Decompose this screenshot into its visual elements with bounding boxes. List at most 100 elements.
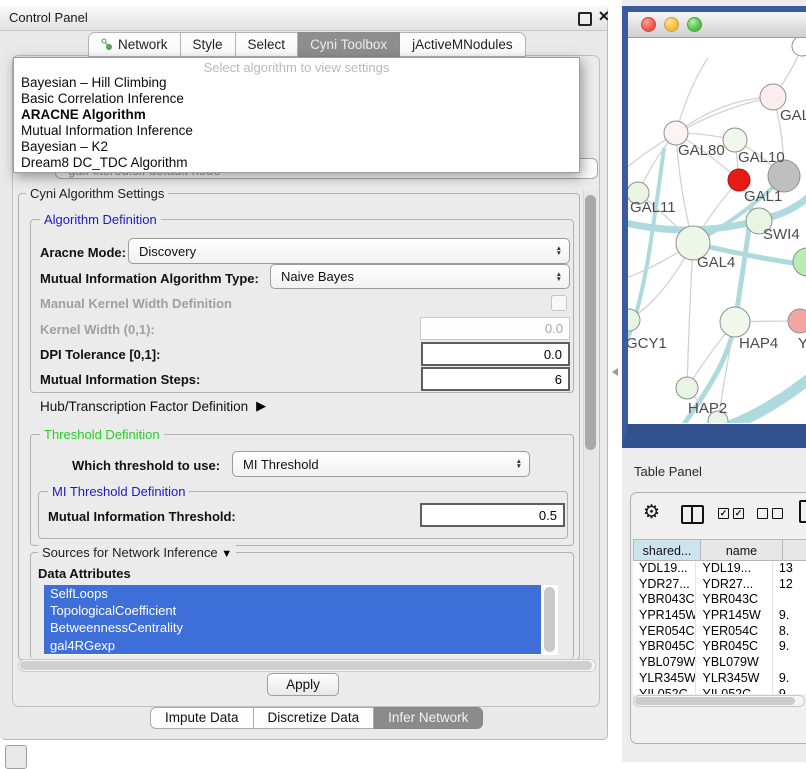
attribute-item-topologicalcoefficient[interactable]: TopologicalCoefficient (44, 602, 541, 619)
table-cell: YER054C (633, 624, 696, 640)
tab-jactivemnodules[interactable]: jActiveMNodules (400, 32, 526, 57)
expand-arrow-icon: ▶ (256, 398, 266, 414)
table-cell: YER054C (696, 624, 772, 640)
dropdown-item-mutual-information-inference[interactable]: Mutual Information Inference (14, 123, 579, 139)
network-edge[interactable] (730, 370, 806, 423)
kernel-width-input[interactable]: 0.0 (420, 317, 570, 340)
which-threshold-label: Which threshold to use: (72, 458, 220, 473)
table-row[interactable]: YPR145WYPR145W9. (633, 608, 806, 624)
settings-vertical-scrollbar-thumb[interactable] (585, 195, 596, 450)
float-window-icon[interactable] (578, 12, 592, 26)
which-threshold-combo[interactable]: MI Threshold ▲▼ (232, 451, 530, 477)
close-icon[interactable]: ✕ (598, 8, 610, 25)
close-traffic-light-icon[interactable] (641, 17, 656, 32)
attribute-item-selfloops[interactable]: SelfLoops (44, 585, 541, 602)
tab-select[interactable]: Select (236, 32, 299, 57)
network-node-label: GAL11 (630, 199, 676, 216)
attribute-item-gal4rgexp[interactable]: gal4RGexp (44, 637, 541, 654)
dropdown-item-basic-correlation-inference[interactable]: Basic Correlation Inference (14, 91, 579, 107)
settings-horizontal-scrollbar[interactable] (18, 659, 596, 672)
network-edge[interactable] (687, 243, 693, 388)
table-row[interactable]: YLR345WYLR345W9. (633, 671, 806, 687)
zoom-traffic-light-icon[interactable] (687, 17, 702, 32)
threshold-definition-title: Threshold Definition (40, 427, 164, 442)
data-attributes-list[interactable]: SelfLoopsTopologicalCoefficientBetweenne… (44, 585, 558, 655)
table-cell: YBR043C (633, 592, 696, 608)
manual-kernel-checkbox[interactable] (551, 295, 567, 311)
aracne-mode-combo[interactable]: Discovery ▲▼ (128, 238, 570, 264)
bottom-tab-impute-data[interactable]: Impute Data (150, 707, 254, 729)
tab-network[interactable]: Network (88, 32, 181, 57)
checked-box-icon: ✓ (718, 508, 729, 519)
hub-definition-label: Hub/Transcription Factor Definition (40, 399, 248, 414)
network-node[interactable] (793, 248, 806, 276)
list-scrollbar-thumb[interactable] (544, 587, 555, 652)
network-node[interactable] (792, 38, 806, 56)
network-edge[interactable] (676, 97, 773, 133)
table-cell: YDR27... (633, 577, 696, 593)
hub-definition-expander[interactable]: Hub/Transcription Factor Definition ▶ (40, 398, 266, 414)
table-row[interactable]: YIL052CYIL052C9. (633, 687, 806, 695)
mi-type-value: Naive Bayes (281, 269, 354, 284)
bottom-tab-discretize-data[interactable]: Discretize Data (254, 707, 375, 729)
mi-threshold-input[interactable]: 0.5 (420, 503, 565, 527)
control-panel-titlebar[interactable] (0, 6, 607, 31)
settings-horizontal-scrollbar-thumb[interactable] (20, 661, 592, 670)
mi-steps-input[interactable]: 6 (421, 367, 570, 391)
gear-icon[interactable]: ⚙ (643, 501, 660, 524)
tab-label: Select (248, 37, 286, 52)
table-cell: YBL079W (696, 655, 772, 671)
network-node[interactable] (788, 309, 806, 333)
network-window-titlebar[interactable] (628, 12, 806, 38)
bottom-tab-infer-network[interactable]: Infer Network (374, 707, 483, 729)
dropdown-item-bayesian-k2[interactable]: Bayesian – K2 (14, 139, 579, 155)
network-node[interactable] (676, 377, 698, 399)
mi-threshold-group-title: MI Threshold Definition (48, 484, 189, 499)
tab-label: jActiveMNodules (412, 37, 513, 52)
table-row[interactable]: YBR043CYBR043C (633, 592, 806, 608)
control-panel-title: Control Panel (9, 10, 88, 25)
table-cell: YBR045C (696, 639, 772, 655)
table-cell: YLR345W (633, 671, 696, 687)
column-header-2[interactable] (783, 539, 806, 561)
table-cell: 13 (773, 561, 806, 577)
network-node-label: HAP2 (688, 400, 727, 417)
attribute-item-betweennesscentrality[interactable]: BetweennessCentrality (44, 619, 541, 636)
unchecked-box-icon (757, 508, 768, 519)
dropdown-item-aracne-algorithm[interactable]: ARACNE Algorithm (14, 107, 579, 123)
apply-button[interactable]: Apply (267, 673, 339, 696)
column-header-name[interactable]: name (701, 539, 783, 561)
data-attributes-label: Data Attributes (38, 566, 131, 581)
mi-type-combo[interactable]: Naive Bayes ▲▼ (270, 264, 570, 289)
table-row[interactable]: YBL079WYBL079W (633, 655, 806, 671)
minimized-panel-icon[interactable] (5, 745, 27, 769)
dropdown-item-bayesian-hill-climbing[interactable]: Bayesian – Hill Climbing (14, 75, 579, 91)
collapse-arrow-icon: ▼ (221, 548, 232, 560)
dropdown-item-dream8-dc-tdc-algorithm[interactable]: Dream8 DC_TDC Algorithm (14, 155, 579, 171)
columns-icon[interactable] (681, 505, 704, 524)
table-row[interactable]: YDR27...YDR27...12 (633, 577, 806, 593)
table-row[interactable]: YBR045CYBR045C9. (633, 639, 806, 655)
tab-label: Network (118, 37, 168, 52)
table-row[interactable]: YDL19...YDL19...13 (633, 561, 806, 577)
network-canvas[interactable]: GALGAL80GAL10GAL1GAL11SWI4GAL4GCY1HAP4YH… (628, 38, 806, 423)
minimize-traffic-light-icon[interactable] (664, 17, 679, 32)
table-cell: 8. (773, 624, 806, 640)
table-row[interactable]: YER054CYER054C8. (633, 624, 806, 640)
combo-stepper-icon: ▲▼ (556, 265, 562, 288)
network-node[interactable] (720, 307, 750, 337)
panel-divider-handle[interactable] (612, 368, 618, 376)
deselect-all-columns-icon[interactable] (757, 508, 783, 519)
table-horizontal-scrollbar-thumb[interactable] (635, 697, 795, 705)
sources-group-title[interactable]: Sources for Network Inference ▼ (38, 545, 236, 560)
table-cell: YBL079W (633, 655, 696, 671)
sources-title-text: Sources for Network Inference (42, 545, 218, 560)
table-horizontal-scrollbar[interactable] (633, 695, 805, 707)
select-all-columns-icon[interactable]: ✓ ✓ (718, 508, 744, 519)
tab-cyni-toolbox[interactable]: Cyni Toolbox (298, 32, 400, 57)
document-icon[interactable] (799, 500, 806, 523)
table-cell: 9. (773, 608, 806, 624)
tab-style[interactable]: Style (181, 32, 236, 57)
column-header-shared-[interactable]: shared... (633, 539, 701, 561)
dpi-tolerance-input[interactable]: 0.0 (421, 342, 570, 366)
